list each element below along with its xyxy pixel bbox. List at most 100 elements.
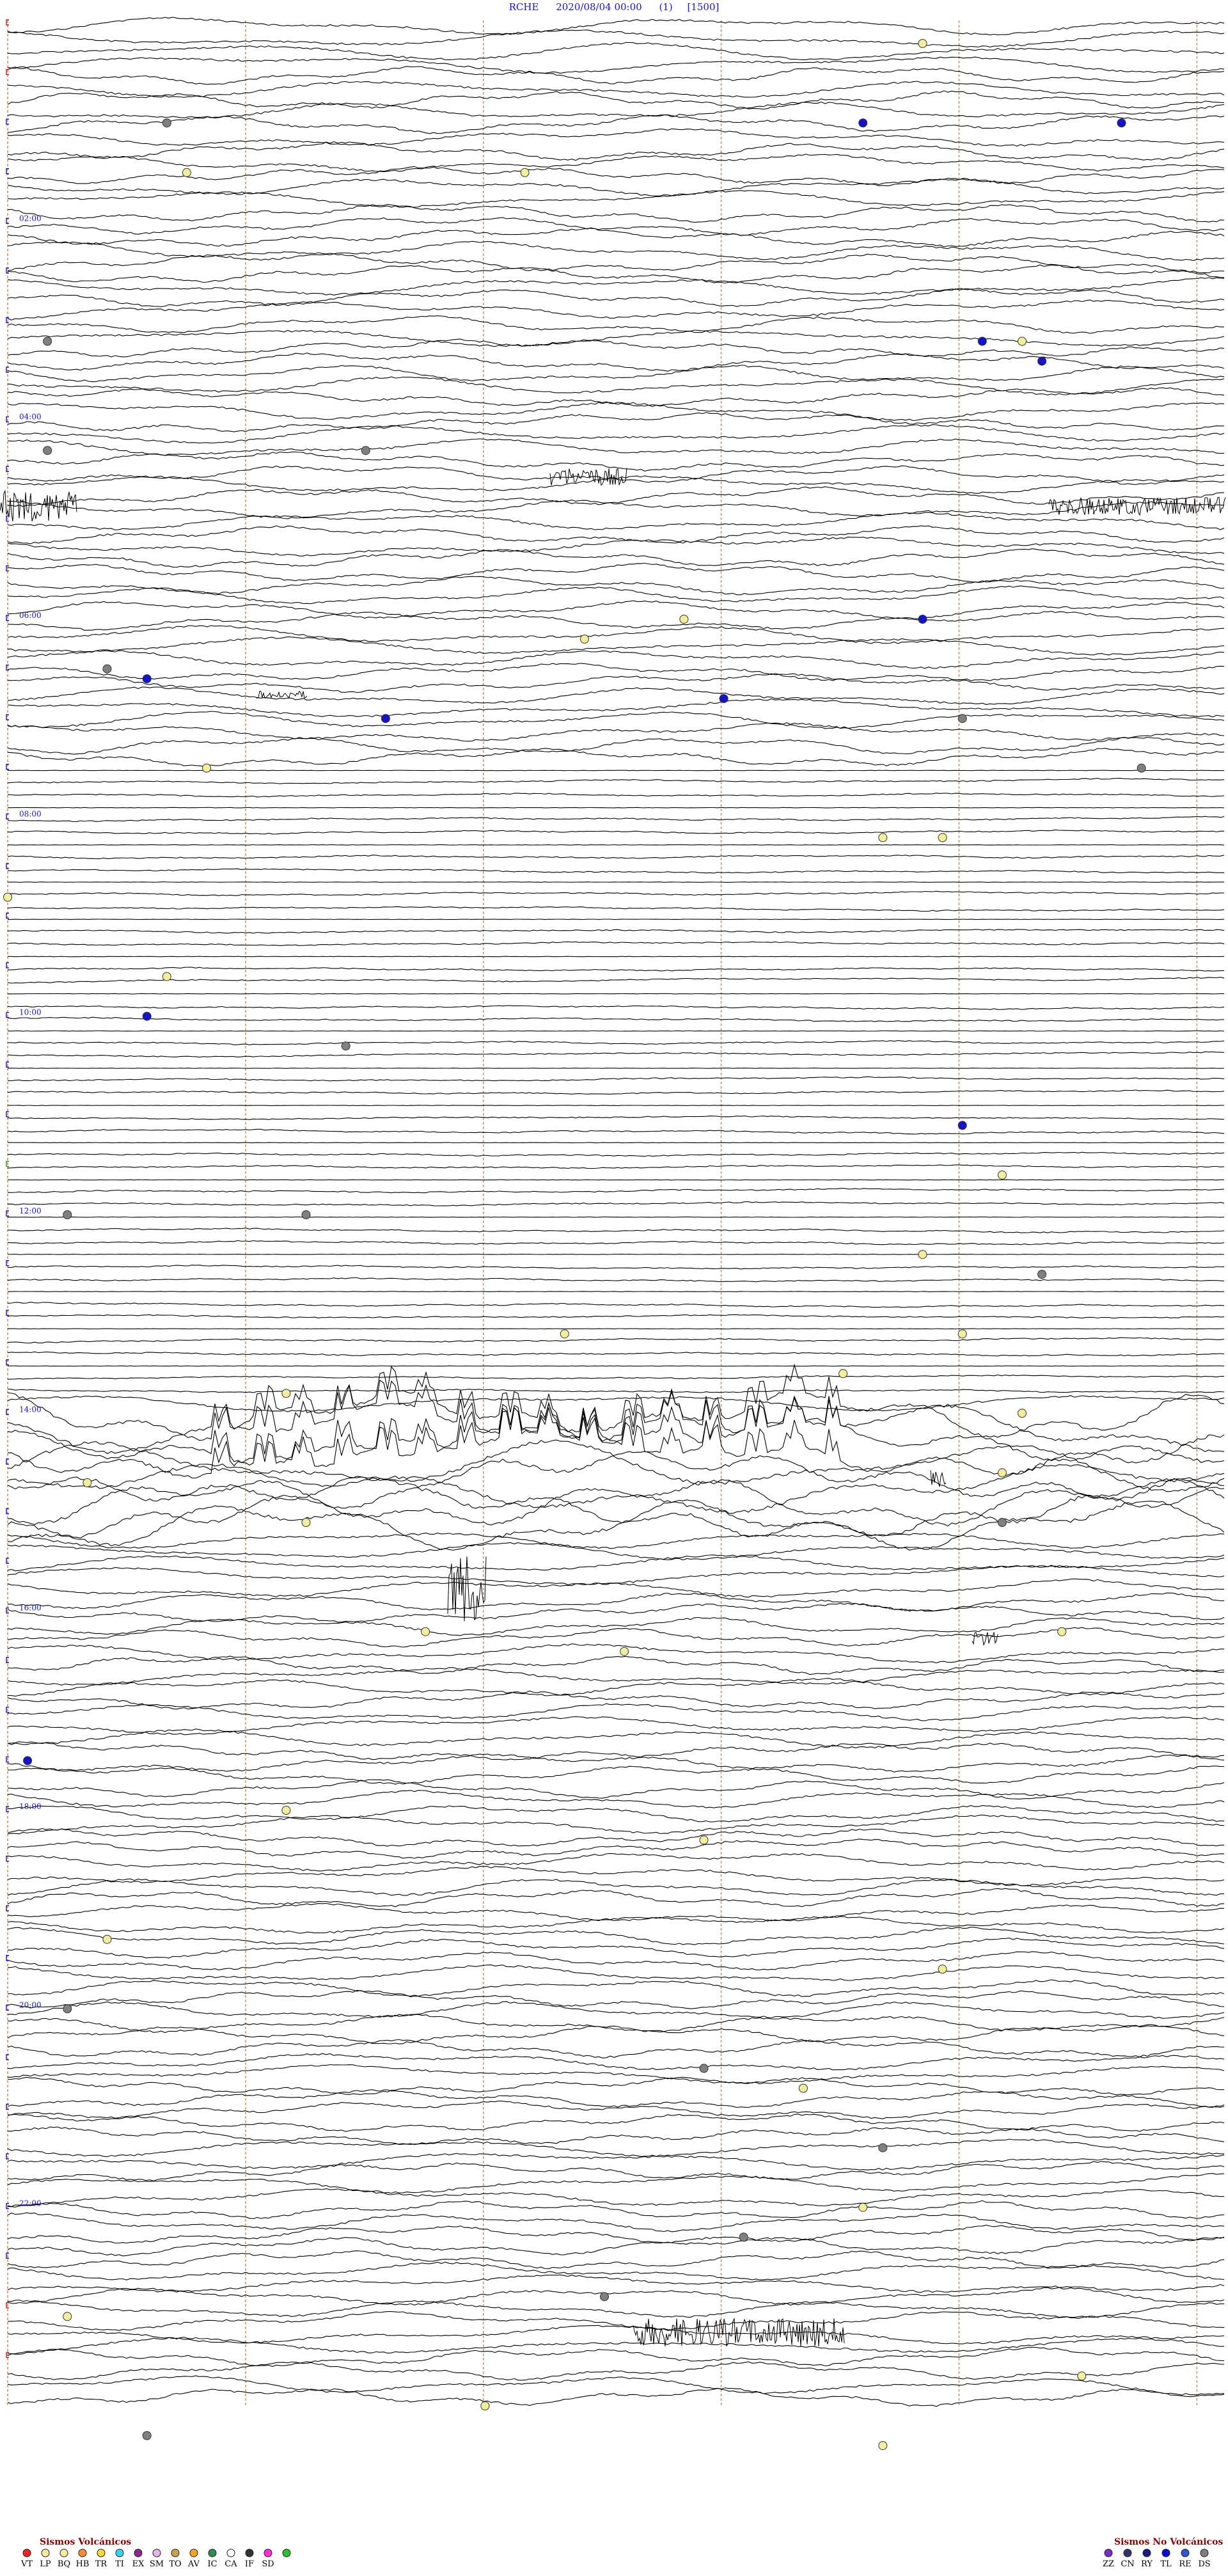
- seismogram-trace: [7, 855, 1225, 860]
- legend-swatch: [208, 2548, 217, 2557]
- event-marker-lp: [182, 168, 191, 177]
- seismogram-trace: [7, 1753, 1225, 1773]
- legend-swatch: [226, 2548, 235, 2557]
- seismogram-trace: [7, 2346, 1225, 2367]
- event-marker-lp: [1077, 2371, 1087, 2381]
- seismogram-trace: [7, 890, 1225, 896]
- seismogram-trace: [7, 610, 1225, 631]
- event-marker-lp: [83, 1478, 92, 1487]
- header-component: (1): [659, 1, 672, 13]
- seismogram-trace: [7, 365, 1225, 383]
- event-marker-lp: [838, 1369, 848, 1379]
- header-datetime: 2020/08/04 00:00: [556, 1, 642, 13]
- legend-label: VT: [20, 2559, 33, 2569]
- seismogram-trace: [7, 698, 1225, 718]
- seismogram-trace: [7, 315, 1224, 334]
- seismogram-trace: [7, 512, 1225, 531]
- seismogram-trace: [7, 1314, 1225, 1319]
- seismogram-trace: [7, 2039, 1225, 2058]
- seismogram-trace: [7, 29, 1225, 48]
- seismogram-trace: [7, 1853, 1225, 1872]
- seismogram-trace: [7, 1164, 1225, 1169]
- event-marker-lp: [281, 1389, 291, 1398]
- legend-swatch: [1161, 2548, 1170, 2557]
- event-marker-re: [142, 674, 152, 684]
- event-marker-ds: [1137, 763, 1146, 773]
- seismogram-trace: [7, 868, 1225, 874]
- legend-swatch: [1181, 2548, 1190, 2557]
- seismogram-trace: [8, 1478, 1225, 1527]
- event-marker-lp: [560, 1329, 569, 1339]
- event-marker-re: [142, 1011, 152, 1021]
- seismogram-trace: [7, 2089, 1225, 2108]
- seismogram-trace: [7, 2261, 1225, 2280]
- legend-label: EX: [132, 2559, 145, 2569]
- event-marker-lp: [679, 615, 689, 624]
- minute-guides: [7, 20, 1198, 2405]
- seismogram-trace: [7, 1533, 1225, 1549]
- seismogram-trace: [7, 816, 1225, 823]
- event-marker-ds: [957, 714, 967, 723]
- event-marker-lp: [620, 1647, 629, 1656]
- legend-swatch: [189, 2548, 198, 2557]
- seismogram-trace: [7, 486, 1225, 507]
- time-label: 08:00: [19, 809, 42, 818]
- seismogram-trace: [7, 90, 1225, 110]
- seismogram-trace: [7, 1678, 1225, 1697]
- seismogram-trace: [7, 1188, 1225, 1194]
- header-station: RCHE: [509, 1, 539, 13]
- seismic-burst-trace: [930, 1470, 947, 1487]
- legend-swatch: [1104, 2548, 1113, 2557]
- seismogram-trace: [7, 1228, 1225, 1233]
- seismogram-trace: [7, 1690, 1225, 1710]
- seismogram-trace: [7, 748, 1225, 767]
- seismogram-trace: [7, 636, 1225, 656]
- seismic-burst-trace: [255, 690, 308, 699]
- seismogram-trace: [7, 1240, 1225, 1245]
- event-marker-lp: [858, 2202, 868, 2212]
- event-marker-re: [719, 694, 728, 704]
- seismogram-trace: [8, 807, 1225, 809]
- event-marker-re: [1037, 356, 1047, 366]
- event-marker-lp: [918, 1250, 927, 1260]
- time-label: 18:00: [19, 1802, 42, 1811]
- seismogram-trace: [7, 2188, 1225, 2207]
- event-marker-re: [23, 1756, 33, 1766]
- event-marker-lp: [202, 763, 211, 773]
- legend-non-volcanic: Sismos No Volcánicos ZZ CN RY TL RE DS: [1103, 2537, 1223, 2569]
- seismogram-trace: [7, 154, 1225, 172]
- event-marker-lp: [480, 2401, 490, 2410]
- seismogram-trace: [7, 711, 1225, 729]
- event-marker-lp: [301, 1518, 311, 1527]
- legend-label: IC: [207, 2559, 217, 2569]
- helicorder-chart: RCHE 2020/08/04 00:00 (1) [1500] 02:00 04…: [0, 1, 1226, 2569]
- seismogram-trace: [7, 2100, 1225, 2119]
- seismogram-trace: [7, 1951, 1225, 1971]
- seismogram-trace: [7, 1265, 1225, 1270]
- event-marker-ds: [997, 1518, 1007, 1527]
- legend-label: ZZ: [1103, 2559, 1114, 2569]
- seismogram-trace: [7, 1016, 1225, 1022]
- legend-volcanic-title: Sismos Volcánicos: [40, 2537, 131, 2547]
- seismogram-trace: [7, 1374, 1225, 1380]
- seismogram-trace: [7, 1938, 1225, 1959]
- legend-swatch: [134, 2548, 143, 2557]
- seismogram-trace: [7, 2001, 1225, 2019]
- legend-label: TL: [1160, 2559, 1172, 2569]
- event-marker-ds: [43, 446, 52, 455]
- event-marker-ds: [63, 2004, 72, 2014]
- event-marker-lp: [579, 635, 589, 644]
- seismogram-trace: [7, 770, 1224, 771]
- seismogram-trace: [7, 1655, 1225, 1675]
- time-label: 10:00: [19, 1008, 42, 1017]
- seismogram-trace: [7, 1602, 1225, 1623]
- seismogram-trace: [7, 1838, 1225, 1859]
- legend-swatch: [282, 2548, 291, 2557]
- seismogram-trace: [7, 1814, 1225, 1835]
- seismogram-trace: [7, 1076, 1225, 1082]
- time-label: 12:00: [19, 1206, 42, 1215]
- seismogram-trace: [7, 1565, 1225, 1586]
- seismogram-trace: [7, 1105, 1225, 1106]
- seismogram-trace: [7, 881, 1225, 883]
- seismogram-trace: [7, 625, 1225, 644]
